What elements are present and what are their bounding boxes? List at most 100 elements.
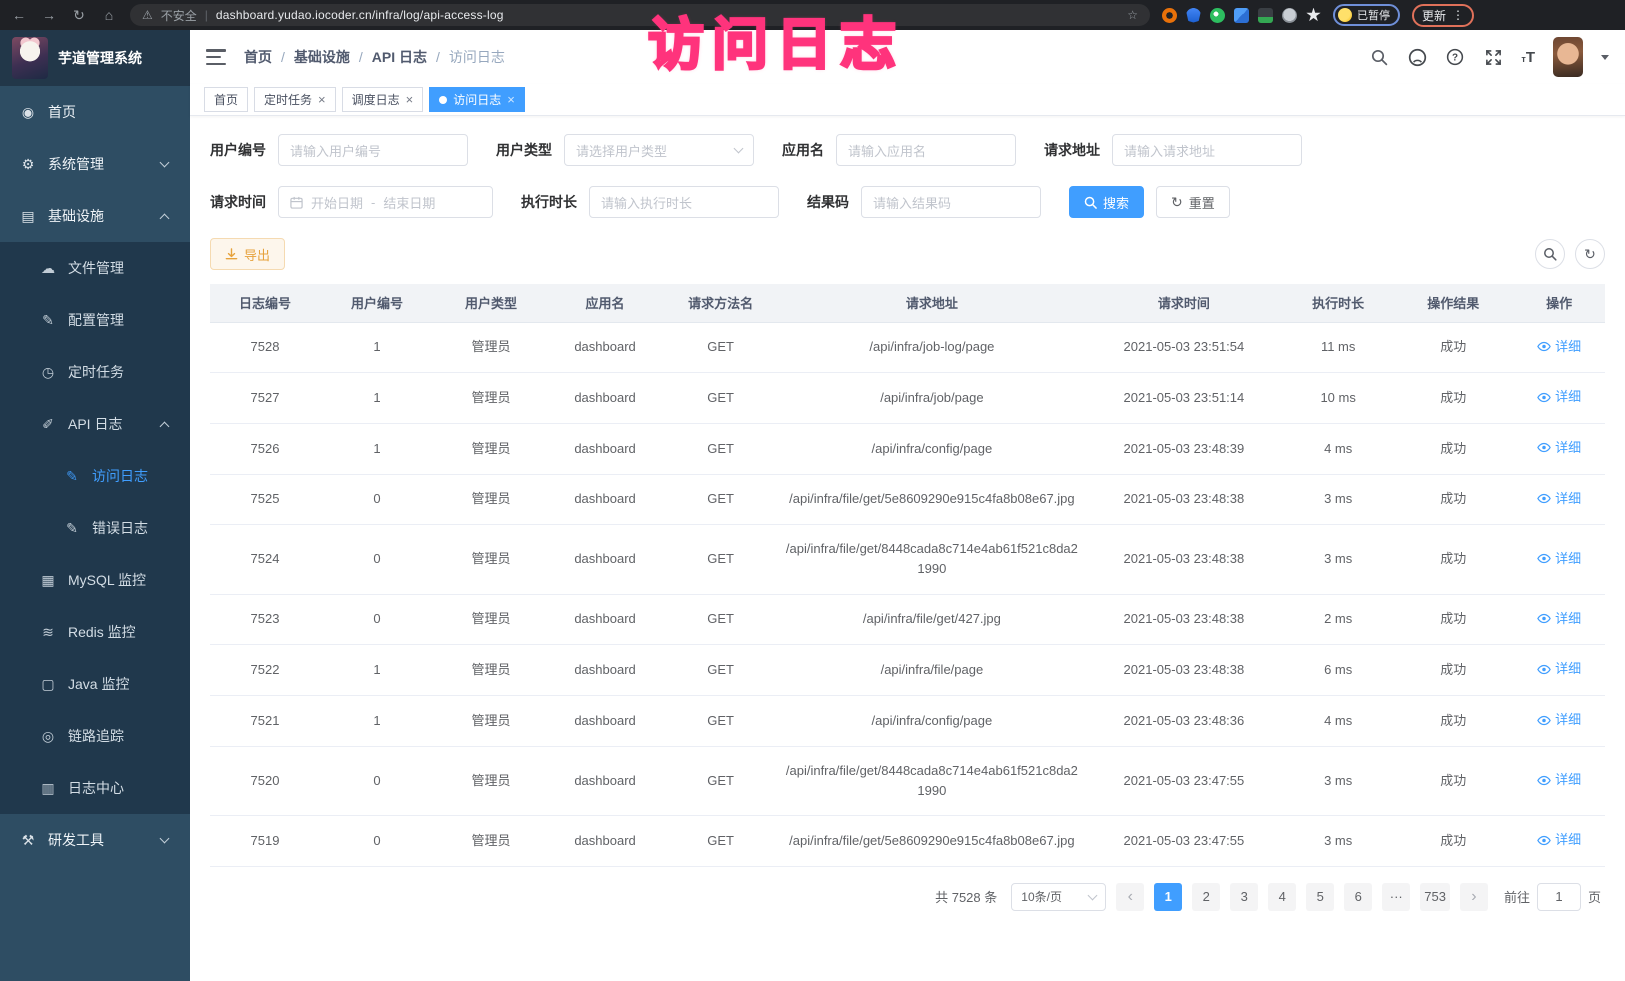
sidebar-item-config[interactable]: ✎ 配置管理: [0, 294, 190, 346]
sidebar-item-java[interactable]: ▢ Java 监控: [0, 658, 190, 710]
extension-icon[interactable]: [1162, 8, 1177, 23]
detail-link[interactable]: 详细: [1537, 830, 1581, 850]
duration-input[interactable]: 请输入执行时长: [589, 186, 779, 218]
github-icon[interactable]: [1407, 47, 1427, 67]
app-name-input[interactable]: 请输入应用名: [836, 134, 1016, 166]
sidebar-item-gear[interactable]: ⚙ 系统管理: [0, 138, 190, 190]
sidebar-item-mysql[interactable]: ▦ MySQL 监控: [0, 554, 190, 606]
api-log-icon: ✐: [40, 416, 56, 433]
detail-link[interactable]: 详细: [1537, 549, 1581, 569]
table-row[interactable]: 75221管理员 dashboardGET /api/infra/file/pa…: [210, 645, 1605, 696]
table-row[interactable]: 75190管理员 dashboardGET /api/infra/file/ge…: [210, 815, 1605, 866]
hamburger-icon[interactable]: [206, 49, 226, 65]
breadcrumb-item[interactable]: API 日志: [372, 47, 427, 67]
tag-item[interactable]: 首页: [204, 87, 248, 112]
table-row[interactable]: 75261管理员 dashboardGET /api/infra/config/…: [210, 423, 1605, 474]
detail-link[interactable]: 详细: [1537, 387, 1581, 407]
tag-active[interactable]: 访问日志×: [429, 87, 525, 112]
fullscreen-icon[interactable]: [1483, 47, 1503, 67]
browser-back-icon[interactable]: ←: [10, 8, 28, 22]
home-icon: ◉: [20, 104, 36, 121]
pager-ellipsis[interactable]: ···: [1382, 883, 1410, 911]
goto-page-input[interactable]: 1: [1537, 883, 1581, 911]
next-page-button[interactable]: ›: [1460, 883, 1488, 911]
user-type-select[interactable]: 请选择用户类型: [564, 134, 754, 166]
sidebar-item-log-center[interactable]: ▥ 日志中心: [0, 762, 190, 814]
request-time-range-picker[interactable]: 开始日期 - 结束日期: [278, 186, 493, 218]
reset-button[interactable]: ↻ 重置: [1156, 186, 1230, 218]
table-row[interactable]: 75250管理员 dashboardGET /api/infra/file/ge…: [210, 474, 1605, 525]
sidebar-item-timer[interactable]: ◷ 定时任务: [0, 346, 190, 398]
tag-item[interactable]: 调度日志×: [342, 87, 424, 112]
font-size-icon[interactable]: тT: [1521, 49, 1535, 66]
sidebar-item-infra[interactable]: ▤ 基础设施: [0, 190, 190, 242]
page-button-753[interactable]: 753: [1420, 883, 1450, 911]
browser-reload-icon[interactable]: ↻: [70, 8, 88, 22]
table-row[interactable]: 75240管理员 dashboardGET /api/infra/file/ge…: [210, 525, 1605, 594]
detail-link[interactable]: 详细: [1537, 659, 1581, 679]
browser-home-icon[interactable]: ⌂: [100, 8, 118, 22]
page-size-select[interactable]: 10条/页: [1011, 883, 1106, 911]
help-question-icon[interactable]: ?: [1445, 47, 1465, 67]
browser-profile-chip[interactable]: 已暂停: [1333, 4, 1400, 26]
sidebar-item-home[interactable]: ◉ 首页: [0, 86, 190, 138]
refresh-table-button[interactable]: ↻: [1575, 239, 1605, 269]
page-size-value: 10条/页: [1021, 888, 1062, 905]
close-icon[interactable]: ×: [406, 93, 414, 106]
breadcrumb-item[interactable]: 首页: [244, 47, 272, 67]
detail-link[interactable]: 详细: [1537, 438, 1581, 458]
avatar-caret-icon[interactable]: [1601, 55, 1609, 60]
close-icon[interactable]: ×: [507, 93, 515, 106]
sidebar-item-error-log[interactable]: ✎ 错误日志: [0, 502, 190, 554]
user-id-input[interactable]: 请输入用户编号: [278, 134, 468, 166]
request-url-input[interactable]: 请输入请求地址: [1112, 134, 1302, 166]
table-row[interactable]: 75211管理员 dashboardGET /api/infra/config/…: [210, 696, 1605, 747]
page-button-1[interactable]: 1: [1154, 883, 1182, 911]
eye-icon: [1537, 775, 1551, 786]
user-id-placeholder: 请输入用户编号: [290, 141, 381, 160]
table-row[interactable]: 75200管理员 dashboardGET /api/infra/file/ge…: [210, 746, 1605, 815]
detail-link[interactable]: 详细: [1537, 337, 1581, 357]
detail-link[interactable]: 详细: [1537, 710, 1581, 730]
shield-extension-icon[interactable]: [1186, 8, 1201, 23]
table-row[interactable]: 75281管理员 dashboardGET /api/infra/job-log…: [210, 322, 1605, 373]
address-bar[interactable]: ⚠ 不安全 | dashboard.yudao.iocoder.cn/infra…: [130, 4, 1150, 26]
detail-link[interactable]: 详细: [1537, 489, 1581, 509]
eye-icon: [1537, 493, 1551, 504]
tag-item[interactable]: 定时任务×: [254, 87, 336, 112]
breadcrumb-item[interactable]: 基础设施: [294, 47, 350, 67]
sidebar-item-file[interactable]: ☁ 文件管理: [0, 242, 190, 294]
page-button-6[interactable]: 6: [1344, 883, 1372, 911]
table-row[interactable]: 75230管理员 dashboardGET /api/infra/file/ge…: [210, 594, 1605, 645]
extension-icon[interactable]: [1210, 8, 1225, 23]
database-extension-icon[interactable]: [1258, 8, 1273, 23]
search-button[interactable]: 搜索: [1069, 186, 1144, 218]
user-avatar[interactable]: [1553, 37, 1583, 77]
sidebar-logo[interactable]: 芋道管理系统: [0, 30, 190, 86]
detail-link[interactable]: 详细: [1537, 609, 1581, 629]
puzzle-extension-icon[interactable]: [1234, 8, 1249, 23]
page-button-4[interactable]: 4: [1268, 883, 1296, 911]
close-icon[interactable]: ×: [318, 93, 326, 106]
extension-icon[interactable]: [1282, 8, 1297, 23]
kebab-menu-icon[interactable]: ⋮: [1452, 8, 1464, 22]
sidebar-item-redis[interactable]: ≋ Redis 监控: [0, 606, 190, 658]
sidebar-item-tools[interactable]: ⚒ 研发工具: [0, 814, 190, 866]
toggle-search-button[interactable]: [1535, 239, 1565, 269]
result-code-input[interactable]: 请输入结果码: [861, 186, 1041, 218]
detail-link[interactable]: 详细: [1537, 770, 1581, 790]
prev-page-button[interactable]: ‹: [1116, 883, 1144, 911]
sidebar-item-trace[interactable]: ◎ 链路追踪: [0, 710, 190, 762]
sidebar-item-access-log[interactable]: ✎ 访问日志: [0, 450, 190, 502]
search-icon[interactable]: [1369, 47, 1389, 67]
sidebar-item-api-log[interactable]: ✐ API 日志: [0, 398, 190, 450]
bookmark-star-icon[interactable]: ☆: [1127, 8, 1138, 22]
export-button[interactable]: 导出: [210, 238, 285, 270]
browser-forward-icon[interactable]: →: [40, 8, 58, 22]
browser-update-button[interactable]: 更新 ⋮: [1412, 4, 1474, 27]
page-button-3[interactable]: 3: [1230, 883, 1258, 911]
page-button-2[interactable]: 2: [1192, 883, 1220, 911]
table-row[interactable]: 75271管理员 dashboardGET /api/infra/job/pag…: [210, 373, 1605, 424]
page-button-5[interactable]: 5: [1306, 883, 1334, 911]
pin-extension-icon[interactable]: [1306, 8, 1321, 23]
